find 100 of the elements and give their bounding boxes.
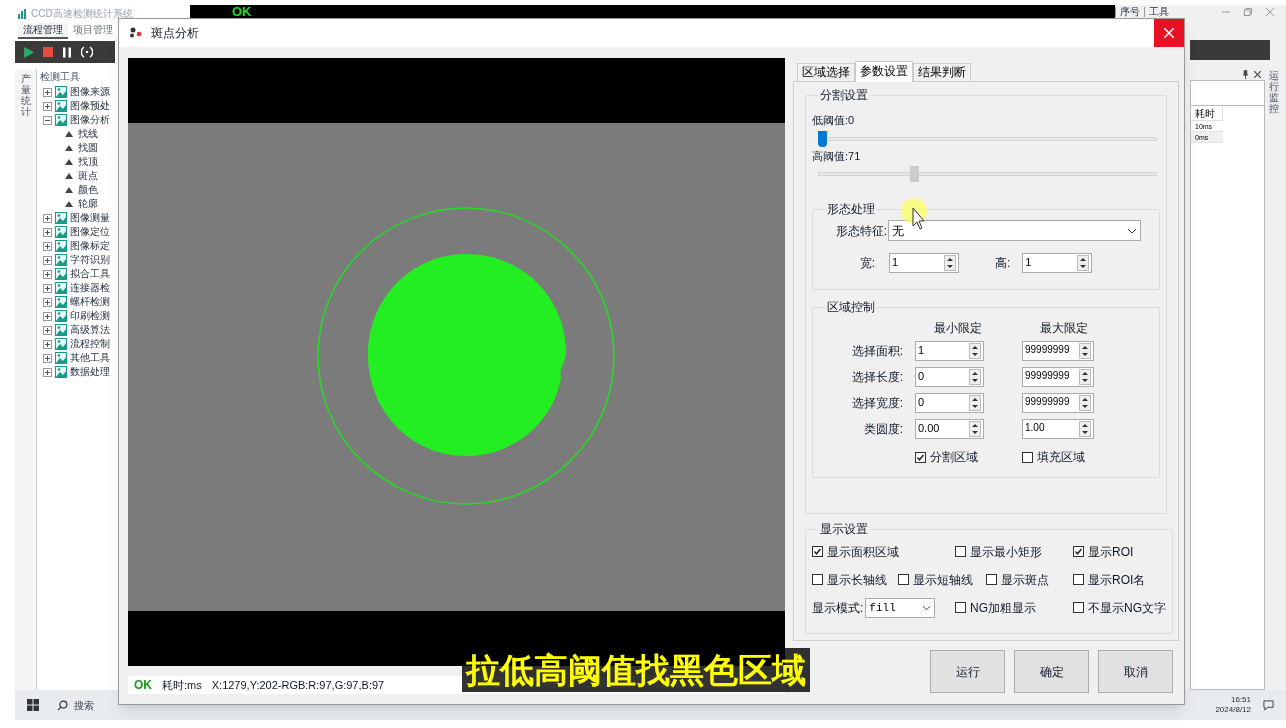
expand-icon[interactable] (43, 87, 52, 97)
dropdown[interactable]: fill (865, 598, 936, 618)
tree-item[interactable]: 印刷检测 (70, 311, 110, 321)
expand-icon[interactable] (43, 213, 52, 223)
checkbox[interactable] (1022, 451, 1033, 463)
number-field[interactable]: 0.00 (915, 419, 984, 439)
tab[interactable]: 流程管理 (18, 23, 68, 39)
expand-icon[interactable] (43, 227, 52, 237)
expand-icon[interactable] (43, 283, 52, 293)
tree-item[interactable]: 数据处理 (70, 367, 110, 377)
spin-button[interactable] (969, 369, 981, 385)
number-field[interactable]: 0 (915, 367, 984, 387)
search-field[interactable]: 搜索 (57, 694, 147, 716)
clock[interactable]: 16:51 2024/8/12 (1215, 695, 1251, 715)
dialog-button[interactable]: 取消 (1098, 650, 1173, 693)
tree-item[interactable]: 图像分析 (70, 115, 110, 125)
expand-icon[interactable] (43, 325, 52, 335)
checkbox-label[interactable]: 显示短轴线 (913, 570, 973, 589)
tree-item[interactable]: 其他工具 (70, 353, 110, 363)
checkbox-label[interactable]: 填充区域 (1037, 448, 1085, 466)
notification-icon[interactable] (1263, 699, 1274, 711)
tree-item[interactable]: 图像来源 (70, 87, 110, 97)
tree-item[interactable]: 图像测量 (70, 213, 110, 223)
checkbox-label[interactable]: 显示面积区域 (827, 542, 899, 561)
number-field[interactable]: 1 (1022, 253, 1093, 273)
dialog-button[interactable]: 运行 (930, 650, 1005, 693)
side-tab[interactable]: 运行监控 (1269, 70, 1279, 114)
checkbox-label[interactable]: NG加粗显示 (970, 598, 1036, 617)
expand-icon[interactable] (43, 297, 52, 307)
expand-icon[interactable] (43, 339, 52, 349)
checkbox[interactable] (915, 451, 926, 463)
tree-item[interactable]: 找顶 (78, 157, 98, 167)
tab[interactable]: 结果判断 (913, 63, 971, 81)
spin-button[interactable] (1079, 369, 1091, 385)
tree-item[interactable]: 流程控制 (70, 339, 110, 349)
slider-thumb[interactable] (818, 130, 827, 147)
tree-item[interactable]: 图像定位 (70, 227, 110, 237)
checkbox[interactable] (898, 574, 909, 585)
spin-button[interactable] (969, 395, 981, 411)
windows-logo-icon[interactable] (27, 699, 39, 711)
side-tab[interactable]: 产量统计 (20, 73, 31, 117)
checkbox[interactable] (1073, 546, 1084, 557)
slider-thumb[interactable] (910, 166, 920, 182)
tab[interactable]: 参数设置 (855, 61, 913, 82)
play-icon[interactable] (23, 46, 34, 58)
tab[interactable]: 项目管理 (68, 23, 118, 39)
expand-icon[interactable] (43, 353, 52, 363)
checkbox-label[interactable]: 显示长轴线 (827, 570, 887, 589)
close-button[interactable] (1154, 19, 1184, 47)
number-field[interactable]: 1 (915, 341, 984, 361)
checkbox[interactable] (986, 574, 997, 585)
number-field[interactable]: 1.00 (1022, 419, 1094, 439)
checkbox[interactable] (955, 602, 966, 613)
checkbox-label[interactable]: 显示最小矩形 (970, 542, 1042, 561)
tree-item[interactable]: 轮廓 (78, 199, 98, 209)
spin-button[interactable] (1079, 395, 1091, 411)
checkbox-label[interactable]: 显示斑点 (1001, 570, 1049, 589)
checkbox[interactable] (812, 574, 823, 585)
tree-item[interactable]: 颜色 (78, 185, 98, 195)
number-field[interactable]: 99999999 (1022, 341, 1094, 361)
spin-button[interactable] (1077, 255, 1090, 271)
pin-icon[interactable] (1242, 69, 1249, 79)
tree-item[interactable]: 螺杆检测 (70, 297, 110, 307)
slider[interactable] (818, 166, 1157, 182)
checkbox-label[interactable]: 分割区域 (930, 448, 978, 466)
spin-button[interactable] (969, 343, 981, 359)
loop-icon[interactable] (81, 46, 93, 58)
collapse-icon[interactable] (43, 115, 52, 125)
tree-item[interactable]: 找圆 (78, 143, 98, 153)
dropdown[interactable]: 无 (888, 220, 1141, 241)
tree-item[interactable]: 图像标定 (70, 241, 110, 251)
spin-button[interactable] (969, 421, 981, 437)
checkbox[interactable] (1073, 602, 1084, 613)
expand-icon[interactable] (43, 255, 52, 265)
checkbox-label[interactable]: 显示ROI名 (1088, 570, 1146, 589)
spin-button[interactable] (1079, 421, 1091, 437)
tree-item[interactable]: 高级算法 (70, 325, 110, 335)
number-field[interactable]: 1 (889, 253, 959, 273)
checkbox[interactable] (1073, 574, 1084, 585)
checkbox[interactable] (955, 546, 966, 557)
expand-icon[interactable] (43, 241, 52, 251)
tree-item[interactable]: 斑点 (78, 171, 98, 181)
checkbox-label[interactable]: 显示ROI (1088, 542, 1134, 561)
spin-button[interactable] (1079, 343, 1091, 359)
tree-item[interactable]: 拟合工具 (70, 269, 110, 279)
checkbox[interactable] (812, 546, 823, 557)
close-icon[interactable] (1254, 70, 1261, 78)
tab[interactable]: 区域选择 (797, 63, 855, 81)
expand-icon[interactable] (43, 269, 52, 279)
checkbox-label[interactable]: 不显示NG文字 (1088, 598, 1166, 617)
tree-item[interactable]: 找线 (78, 129, 98, 139)
number-field[interactable]: 0 (915, 393, 984, 413)
tree-item[interactable]: 字符识别 (70, 255, 110, 265)
number-field[interactable]: 99999999 (1022, 393, 1094, 413)
expand-icon[interactable] (43, 311, 52, 321)
spin-button[interactable] (944, 255, 956, 271)
tree-item[interactable]: 图像预处 (70, 101, 110, 111)
tree-item[interactable]: 连接器检 (70, 283, 110, 293)
pause-icon[interactable] (62, 46, 72, 58)
dialog-button[interactable]: 确定 (1014, 650, 1089, 693)
